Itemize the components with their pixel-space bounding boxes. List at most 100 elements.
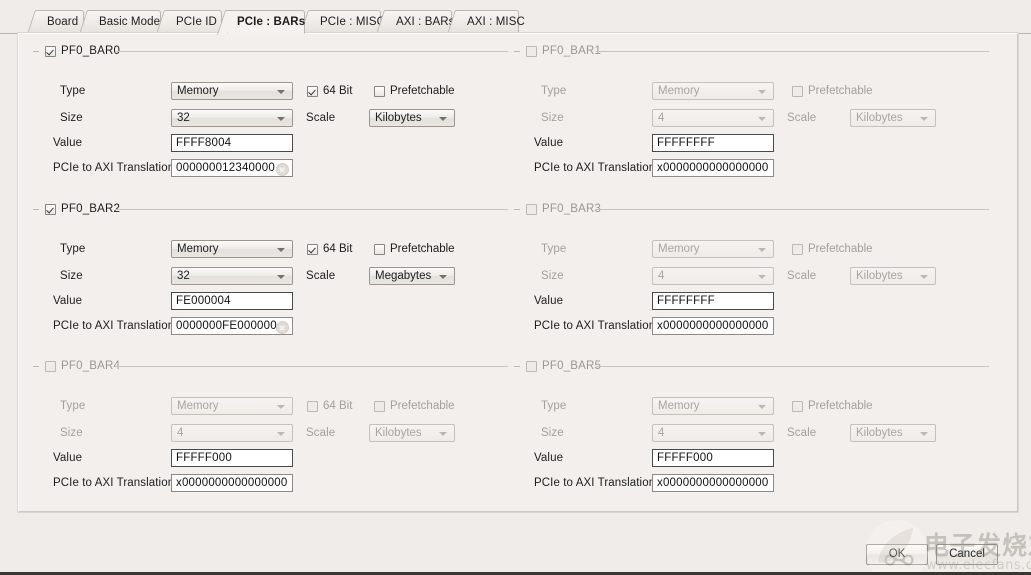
translation-input-pf0_bar3[interactable]: x0000000000000000 [652,317,774,335]
scale-label: Scale [306,270,336,282]
enable-checkbox-pf0_bar0[interactable] [45,45,56,57]
tab-pcie-id[interactable]: PCIe ID [156,10,222,34]
tab-label: Basic Mode [99,16,161,28]
size-select-pf0_bar1: 4 [652,109,774,127]
translation-input-pf0_bar1[interactable]: x0000000000000000 [652,159,774,177]
size-row-pf0_bar1: Size 4 Scale Kilobytes [514,109,989,127]
tab-axi-bars[interactable]: AXI : BARs [376,10,455,34]
size-select-pf0_bar0[interactable]: 32 [171,109,293,127]
value-label: Value [534,295,564,307]
type-select-pf0_bar5: Memory [652,397,774,415]
value-input-pf0_bar1[interactable]: FFFFFFFF [652,134,774,152]
tab-board[interactable]: Board [27,10,84,34]
size-label: Size [60,270,83,282]
translation-input-text: x0000000000000000 [657,320,769,332]
type-select-pf0_bar4: Memory [171,397,293,415]
translation-input-pf0_bar4[interactable]: x0000000000000000 [171,474,293,492]
value-row-pf0_bar4: Value FFFFF000 [33,449,508,467]
size-select-pf0_bar2[interactable]: 32 [171,267,293,285]
type-label: Type [60,85,86,97]
translation-label: PCIe to AXI Translation [53,320,175,332]
value-input-pf0_bar4[interactable]: FFFFF000 [171,449,293,467]
chevron-down-icon [277,90,285,94]
bar-group-pf0_bar5: PF0_BAR5 Type Memory Prefetchable Size 4 Scale… [514,359,989,499]
group-separator-pf0_bar1 [595,51,989,52]
type-select-pf0_bar1: Memory [652,82,774,100]
type-select-pf0_bar2[interactable]: Memory [171,240,293,258]
value-input-pf0_bar0[interactable]: FFFF8004 [171,134,293,152]
translation-label: PCIe to AXI Translation [53,477,175,489]
translation-input-pf0_bar5[interactable]: x0000000000000000 [652,474,774,492]
type-select-pf0_bar3: Memory [652,240,774,258]
bar-group-pf0_bar3: PF0_BAR3 Type Memory Prefetchable Size 4 Scale… [514,202,989,342]
value-label: Value [534,452,564,464]
prefetchable-checkbox-pf0_bar1 [792,85,803,97]
bit64-checkbox-pf0_bar2[interactable] [307,243,318,255]
group-rule-left-stub [514,50,520,52]
value-input-pf0_bar3[interactable]: FFFFFFFF [652,292,774,310]
chevron-down-icon [439,275,447,279]
group-title-pf0_bar2: PF0_BAR2 [61,203,121,215]
cancel-button[interactable]: Cancel [936,544,998,565]
group-title-pf0_bar5: PF0_BAR5 [542,360,602,372]
type-select-pf0_bar0[interactable]: Memory [171,82,293,100]
scale-select-value: Kilobytes [375,112,422,124]
type-row-pf0_bar0: Type Memory 64 Bit Prefetchable [33,82,508,100]
tab-label: PCIe : BARs [237,16,306,28]
size-row-pf0_bar5: Size 4 Scale Kilobytes [514,424,989,442]
bit64-label: 64 Bit [323,400,353,412]
size-select-pf0_bar5: 4 [652,424,774,442]
type-label: Type [541,243,567,255]
prefetchable-checkbox-wrap-pf0_bar1: Prefetchable [792,82,873,100]
scale-select-pf0_bar1: Kilobytes [850,109,936,127]
tab-basic-mode[interactable]: Basic Mode [79,10,161,34]
tab-pcie-bars[interactable]: PCIe : BARs [216,10,306,35]
bit64-checkbox-pf0_bar0[interactable] [307,85,318,97]
scale-select-pf0_bar0[interactable]: Kilobytes [369,109,455,127]
bit64-label: 64 Bit [323,243,353,255]
translation-input-pf0_bar2[interactable]: 0000000FE000000 [171,317,293,335]
prefetchable-checkbox-wrap-pf0_bar5: Prefetchable [792,397,873,415]
chevron-down-icon [439,432,447,436]
value-label: Value [53,452,83,464]
chevron-down-icon [758,117,766,121]
group-title-pf0_bar0: PF0_BAR0 [61,45,121,57]
value-input-pf0_bar2[interactable]: FE000004 [171,292,293,310]
tab-axi-misc[interactable]: AXI : MISC [447,10,525,34]
bar-group-pf0_bar2: PF0_BAR2 Type Memory 64 Bit Prefetchable Size… [33,202,508,342]
group-header-pf0_bar0: PF0_BAR0 [33,44,120,58]
group-rule-left-stub [33,208,39,210]
enable-checkbox-pf0_bar5 [526,360,537,372]
chevron-down-icon [758,90,766,94]
group-header-pf0_bar2: PF0_BAR2 [33,202,120,216]
clear-icon[interactable] [276,163,289,176]
enable-checkbox-pf0_bar2[interactable] [45,203,56,215]
value-input-pf0_bar5[interactable]: FFFFF000 [652,449,774,467]
size-select-value: 4 [658,112,665,124]
scale-select-value: Kilobytes [856,112,903,124]
ok-button[interactable]: OK [866,544,928,565]
type-label: Type [541,85,567,97]
translation-input-pf0_bar0[interactable]: 000000012340000 [171,159,293,177]
translation-input-text: 0000000FE000000 [176,320,277,332]
group-rule-left-stub [33,365,39,367]
scale-select-value: Kilobytes [856,270,903,282]
group-rule-left-stub [514,365,520,367]
chevron-down-icon [277,248,285,252]
bit64-checkbox-pf0_bar4 [307,400,318,412]
size-label: Size [541,427,564,439]
chevron-down-icon [439,117,447,121]
translation-row-pf0_bar2: PCIe to AXI Translation 0000000FE000000 [33,317,508,335]
type-label: Type [60,243,86,255]
chevron-down-icon [277,117,285,121]
tab-label: AXI : MISC [467,16,525,28]
clear-icon[interactable] [276,321,289,334]
scale-select-pf0_bar2[interactable]: Megabytes [369,267,455,285]
prefetchable-checkbox-pf0_bar2[interactable] [374,243,385,255]
tab-pcie-misc[interactable]: PCIe : MISC [300,10,385,34]
bar-group-pf0_bar4: PF0_BAR4 Type Memory 64 Bit Prefetchable Size… [33,359,508,499]
type-select-value: Memory [177,400,219,412]
size-select-value: 4 [658,427,665,439]
tab-label: AXI : BARs [396,16,455,28]
prefetchable-checkbox-pf0_bar0[interactable] [374,85,385,97]
